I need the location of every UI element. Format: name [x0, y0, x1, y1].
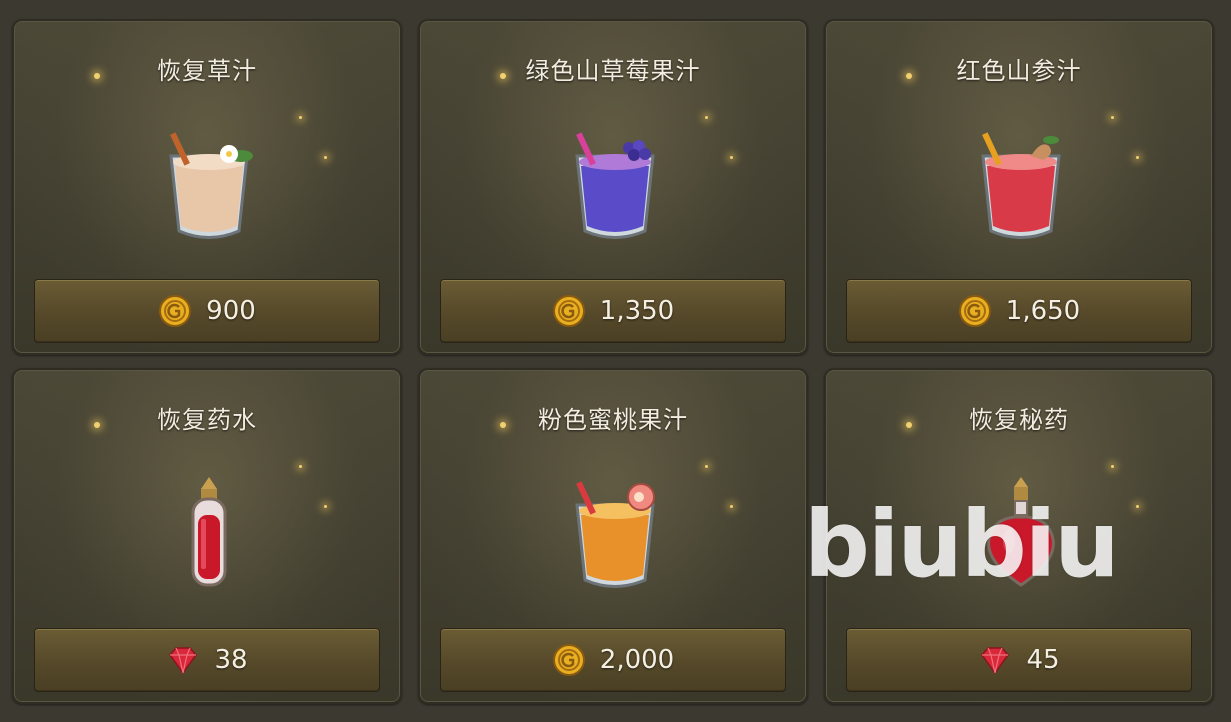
ruby-gem-icon — [169, 647, 198, 675]
shop-item-grid: 恢复草汁 900 绿色山草莓果汁 1,350 红色山参汁 1,650 恢复药水 … — [0, 0, 1231, 722]
ginseng-juice-icon — [981, 132, 1061, 239]
item-name: 绿色山草莓果汁 — [525, 57, 701, 85]
buy-price-button[interactable]: 1,650 — [846, 279, 1192, 343]
buy-price-button[interactable]: 900 — [34, 279, 380, 343]
gold-coin-icon — [552, 295, 585, 327]
shop-item-card[interactable]: 红色山参汁 1,650 — [824, 19, 1214, 355]
peach-juice-icon — [575, 481, 655, 588]
shop-item-card[interactable]: 恢复药水 38 — [12, 368, 402, 704]
sparkle-decoration — [1136, 505, 1139, 508]
price-amount: 2,000 — [599, 645, 675, 675]
shop-item-card[interactable]: 恢复草汁 900 — [12, 19, 402, 355]
sparkle-decoration — [1136, 156, 1139, 159]
sparkle-decoration — [324, 156, 327, 159]
sparkle-decoration — [1111, 116, 1114, 119]
item-name: 红色山参汁 — [956, 57, 1082, 85]
sparkle-decoration — [299, 465, 302, 468]
herb-juice-icon — [169, 132, 253, 239]
buy-price-button[interactable]: 38 — [34, 628, 380, 692]
gold-coin-icon — [552, 644, 585, 676]
shop-item-card[interactable]: 绿色山草莓果汁 1,350 — [418, 19, 808, 355]
item-name: 恢复秘药 — [969, 406, 1069, 434]
price-amount: 1,650 — [1005, 296, 1081, 326]
buy-price-button[interactable]: 45 — [846, 628, 1192, 692]
price-amount: 900 — [206, 296, 256, 326]
sparkle-decoration — [1111, 465, 1114, 468]
gold-coin-icon — [159, 295, 192, 327]
sparkle-decoration — [730, 156, 733, 159]
ruby-gem-icon — [981, 647, 1010, 675]
shop-item-card[interactable]: 粉色蜜桃果汁 2,000 — [418, 368, 808, 704]
buy-price-button[interactable]: 2,000 — [440, 628, 786, 692]
price-amount: 38 — [214, 645, 248, 675]
item-name: 恢复药水 — [157, 406, 257, 434]
price-amount: 1,350 — [599, 296, 675, 326]
sparkle-decoration — [324, 505, 327, 508]
sparkle-decoration — [705, 465, 708, 468]
shop-item-card[interactable]: 恢复秘药 45 — [824, 368, 1214, 704]
sparkle-decoration — [299, 116, 302, 119]
sparkle-decoration — [730, 505, 733, 508]
elixir-flask-icon — [987, 477, 1055, 587]
sparkle-decoration — [705, 116, 708, 119]
gold-coin-icon — [958, 295, 991, 327]
berry-juice-icon — [575, 132, 655, 239]
potion-vial-icon — [191, 477, 227, 587]
price-amount: 45 — [1026, 645, 1060, 675]
item-name: 恢复草汁 — [157, 57, 257, 85]
buy-price-button[interactable]: 1,350 — [440, 279, 786, 343]
item-name: 粉色蜜桃果汁 — [538, 406, 688, 434]
